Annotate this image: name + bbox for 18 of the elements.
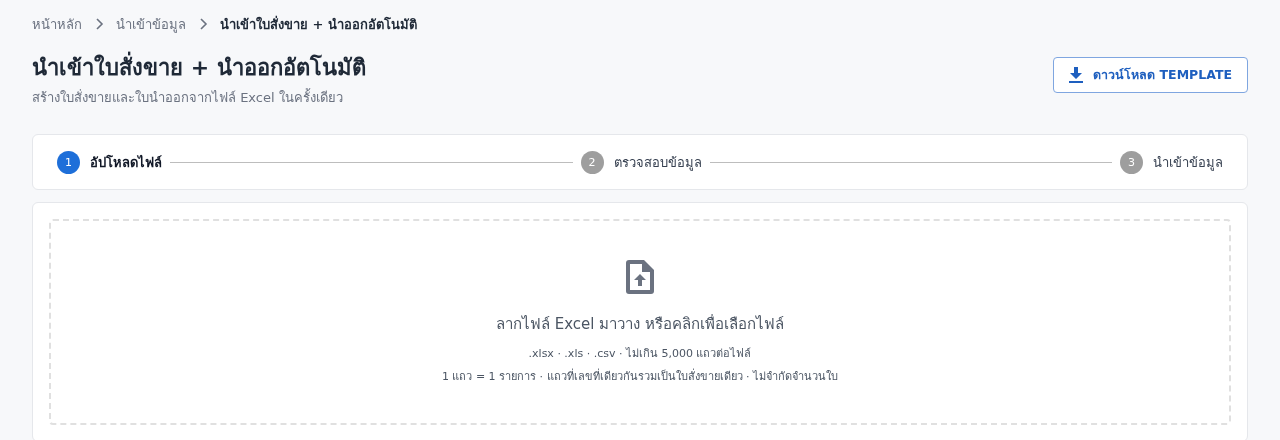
step-number: 2 — [580, 150, 604, 174]
file-format-hint: .xlsx · .xls · .csv · ไม่เกิน 5,000 แถวต่อไฟล์ — [528, 345, 752, 362]
file-drop-zone[interactable]: ลากไฟล์ Excel มาวาง หรือคลิกเพื่อเลือกไฟล์ .xlsx · .xls · .csv · ไม่เกิน 5,000 แถวต่อไฟล์ 1 แถว = 1 รายการ · แถวที่เลขที่เดียวกันรวมเป็นใบสั่งขายเดียว · ไม่จำกัดจำนวนใบ — [49, 219, 1231, 425]
import-rule-note: 1 แถว = 1 รายการ · แถวที่เลขที่เดียวกันรวมเป็นใบสั่งขายเดียว · ไม่จำกัดจำนวนใบ — [441, 367, 839, 385]
breadcrumb-link[interactable]: หน้าหลัก — [32, 13, 82, 35]
page-title: นำเข้าใบสั่งขาย + นำออกอัตโนมัติ — [32, 53, 366, 83]
step-label: ตรวจสอบข้อมูล — [613, 153, 702, 173]
drop-zone-title: ลากไฟล์ Excel มาวาง หรือคลิกเพื่อเลือกไฟล์ — [495, 313, 784, 335]
step-label: นำเข้าข้อมูล — [1153, 153, 1223, 173]
step-number: 3 — [1120, 150, 1143, 174]
download-icon — [1069, 67, 1084, 83]
step-label: อัปโหลดไฟล์ — [90, 153, 162, 172]
page-subtitle: สร้างใบสั่งขายและใบนำออกจากไฟล์ Excel ในครั้งเดียว — [32, 87, 344, 107]
download-template-button[interactable]: ดาวน์โหลด TEMPLATE — [1053, 57, 1248, 93]
breadcrumb-current: นำเข้าใบสั่งขาย + นำออกอัตโนมัติ — [220, 14, 417, 34]
breadcrumb-link[interactable]: นำเข้าข้อมูล — [116, 13, 186, 35]
file-upload-icon — [626, 259, 654, 294]
step-number: 1 — [57, 150, 80, 174]
